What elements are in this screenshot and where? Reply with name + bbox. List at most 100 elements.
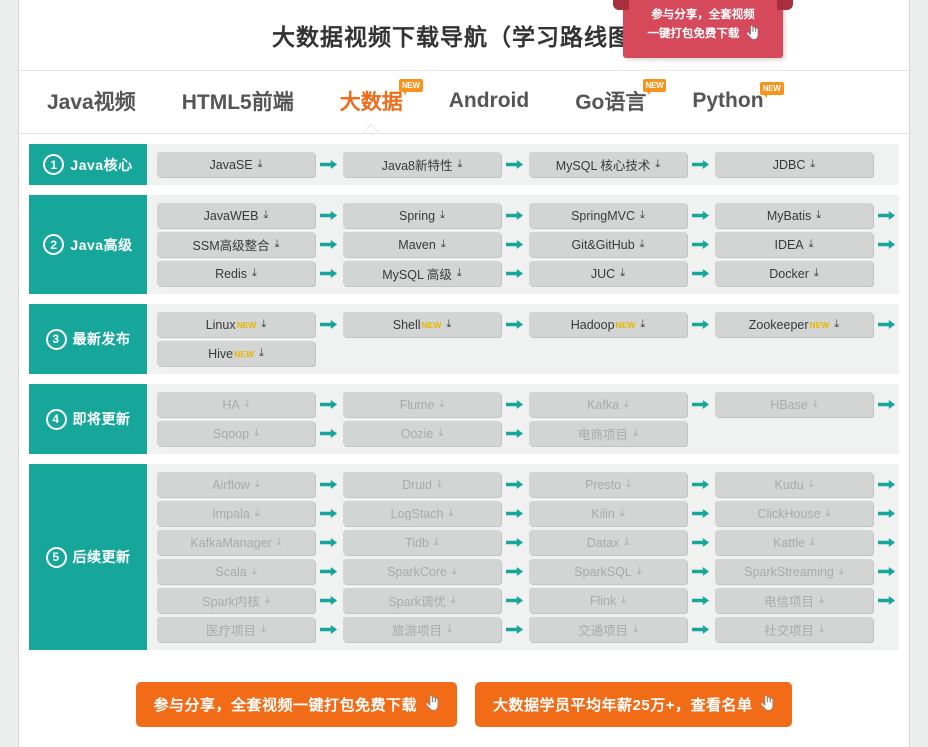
course-pill[interactable]: JavaWEB ⤓	[157, 203, 315, 228]
course-pill[interactable]: Airflow ⤓	[157, 472, 315, 497]
course-pill[interactable]: 医疗项目 ⤓	[157, 617, 315, 642]
course-pill[interactable]: Kattle ⤓	[715, 530, 873, 555]
course-pill[interactable]: Tidb ⤓	[343, 530, 501, 555]
download-icon: ⤓	[810, 158, 816, 170]
course-pill[interactable]: Git&GitHub ⤓	[529, 232, 687, 257]
course-pill[interactable]: 电信项目 ⤓	[715, 588, 873, 613]
course-pill[interactable]: SparkSQL ⤓	[529, 559, 687, 584]
download-icon: ⤓	[819, 623, 824, 635]
promo-ribbon-line1: 参与分享，全套视频	[651, 9, 755, 21]
course-pill[interactable]: Zookeeper NEW ⤓	[715, 312, 873, 337]
course-pill[interactable]: HA ⤓	[157, 392, 315, 417]
promo-ribbon-line2: 一键打包免费下载	[647, 28, 740, 40]
course-pill[interactable]: Hive NEW ⤓	[157, 341, 315, 366]
tab-6[interactable]: Python NEW	[682, 82, 784, 121]
course-pill[interactable]: JDBC ⤓	[715, 152, 873, 177]
course-pill[interactable]: Flink ⤓	[529, 588, 687, 613]
tab-1[interactable]: Java视频	[37, 80, 146, 124]
course-pill[interactable]: Presto ⤓	[529, 472, 687, 497]
course-pill[interactable]: MySQL 核心技术 ⤓	[529, 152, 687, 177]
course-pill[interactable]: IDEA ⤓	[715, 232, 873, 257]
course-pill[interactable]: JUC ⤓	[529, 261, 687, 286]
course-label: Sqoop	[212, 426, 250, 441]
course-pill[interactable]: Spring ⤓	[343, 203, 501, 228]
download-icon: ⤓	[620, 267, 626, 279]
course-pill[interactable]: SpringMVC ⤓	[529, 203, 687, 228]
new-badge: NEW	[615, 319, 636, 330]
course-label: HBase	[770, 397, 808, 412]
tab-5[interactable]: Go语言 NEW	[565, 79, 667, 124]
chain-arrow-icon	[687, 268, 715, 279]
tab-4[interactable]: Android	[439, 83, 539, 121]
download-icon: ⤓	[819, 594, 824, 606]
course-label: 电信项目	[764, 595, 815, 609]
tab-2[interactable]: HTML5前端	[172, 80, 304, 124]
download-icon: ⤓	[257, 158, 263, 170]
course-pill[interactable]: KafkaManager ⤓	[157, 530, 315, 555]
course-pill[interactable]: LogStach ⤓	[343, 501, 501, 526]
course-pill[interactable]: SSM高级整合 ⤓	[157, 232, 315, 257]
course-pill[interactable]: Flume ⤓	[343, 392, 501, 417]
download-icon: ⤓	[447, 623, 452, 635]
course-pill[interactable]: Oozie ⤓	[343, 421, 501, 446]
tab-3[interactable]: 大数据 NEW	[330, 79, 423, 124]
course-pill[interactable]: SparkStreaming ⤓	[715, 559, 873, 584]
course-label: Kafka	[587, 397, 620, 412]
course-pill[interactable]: Scala ⤓	[157, 559, 315, 584]
course-pill[interactable]: Redis ⤓	[157, 261, 315, 286]
course-pill[interactable]: 交通项目 ⤓	[529, 617, 687, 642]
course-label: Spark内核	[202, 595, 260, 609]
chain-arrow-icon	[873, 319, 901, 330]
course-pill[interactable]: Kafka ⤓	[529, 392, 687, 417]
chain-arrow-icon	[873, 595, 901, 606]
download-icon: ⤓	[808, 478, 814, 490]
chain-arrow-icon	[687, 399, 715, 410]
hand-cursor-icon	[425, 694, 439, 715]
chain-arrow-icon	[687, 479, 715, 490]
tab-label: 大数据	[339, 91, 403, 114]
course-pill[interactable]: Kudu ⤓	[715, 472, 873, 497]
course-pill[interactable]: HBase ⤓	[715, 392, 873, 417]
course-pill[interactable]: Druid ⤓	[343, 472, 501, 497]
download-icon: ⤓	[433, 536, 439, 548]
download-icon: ⤓	[274, 238, 280, 250]
promo-ribbon[interactable]: 参与分享，全套视频 一键打包免费下载	[613, 0, 793, 58]
download-icon: ⤓	[440, 209, 445, 221]
course-pill[interactable]: Java8新特性 ⤓	[343, 152, 501, 177]
course-pill[interactable]: Spark内核 ⤓	[157, 588, 315, 613]
course-pill[interactable]: Datax ⤓	[529, 530, 687, 555]
course-pill[interactable]: JavaSE ⤓	[157, 152, 315, 177]
course-pill[interactable]: Spark调优 ⤓	[343, 588, 501, 613]
course-pill[interactable]: Linux NEW ⤓	[157, 312, 315, 337]
category-tabbar: Java视频 HTML5前端 大数据 NEW Android Go语言 NEW Python N…	[19, 71, 909, 134]
course-pill[interactable]: 电商项目 ⤓	[529, 421, 687, 446]
course-label: Impala	[212, 506, 250, 521]
chain-arrow-icon	[873, 508, 901, 519]
course-label: Presto	[584, 477, 622, 492]
course-pill[interactable]: Shell NEW ⤓	[343, 312, 501, 337]
download-icon: ⤓	[258, 347, 264, 359]
course-pill[interactable]: Hadoop NEW ⤓	[529, 312, 687, 337]
course-label: Git&GitHub	[571, 237, 635, 252]
stage-label-text: Java核心	[70, 156, 133, 173]
new-badge: NEW	[236, 319, 257, 330]
course-pill[interactable]: Impala ⤓	[157, 501, 315, 526]
course-pill[interactable]: Sqoop ⤓	[157, 421, 315, 446]
course-pill[interactable]: SparkCore ⤓	[343, 559, 501, 584]
chain-arrow-icon	[315, 210, 343, 221]
course-pill[interactable]: Docker ⤓	[715, 261, 873, 286]
course-pill[interactable]: ClickHouse ⤓	[715, 501, 873, 526]
course-pill[interactable]: 旅游项目 ⤓	[343, 617, 501, 642]
cta-button-2[interactable]: 大数据学员平均年薪25万+，查看名单	[475, 682, 793, 727]
course-chain-row: SSM高级整合 ⤓ Maven ⤓ Git&GitHub ⤓ IDEA ⤓	[147, 232, 901, 257]
course-pill[interactable]: MyBatis ⤓	[715, 203, 873, 228]
download-icon: ⤓	[439, 398, 445, 410]
chain-arrow-icon	[501, 268, 529, 279]
download-icon: ⤓	[244, 398, 250, 410]
course-pill[interactable]: 社交项目 ⤓	[715, 617, 873, 642]
course-pill[interactable]: MySQL 高级 ⤓	[343, 261, 501, 286]
chain-arrow-icon	[501, 508, 529, 519]
course-pill[interactable]: Maven ⤓	[343, 232, 501, 257]
course-pill[interactable]: Kilin ⤓	[529, 501, 687, 526]
cta-button-1[interactable]: 参与分享，全套视频一键打包免费下载	[135, 682, 458, 727]
